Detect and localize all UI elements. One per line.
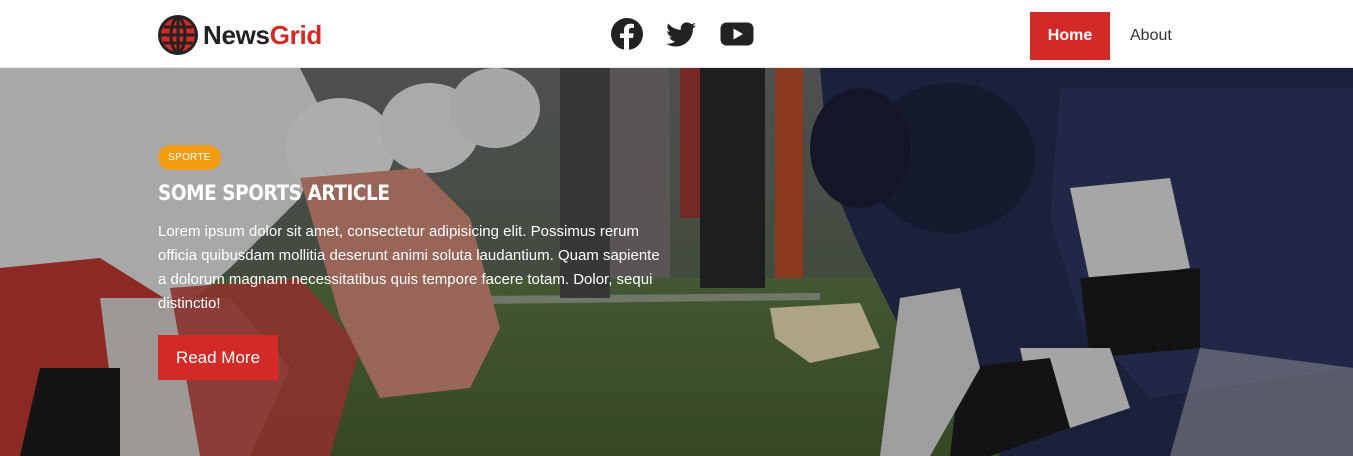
twitter-link[interactable] <box>664 17 698 51</box>
globe-icon <box>158 15 198 55</box>
nav-about-link[interactable]: About <box>1130 12 1172 60</box>
read-more-button[interactable]: Read More <box>158 335 278 380</box>
twitter-icon <box>666 22 696 47</box>
brand-name-part1: News <box>203 20 270 50</box>
hero-section: SPORTE Some Sports Article Lorem ipsum d… <box>0 68 1353 456</box>
social-links <box>610 17 754 51</box>
site-header: NewsGrid Home About <box>0 0 1353 68</box>
brand-name-part2: Grid <box>269 20 323 50</box>
category-badge[interactable]: SPORTE <box>158 145 221 170</box>
facebook-link[interactable] <box>610 17 644 51</box>
facebook-icon <box>611 18 643 50</box>
article-title: Some Sports Article <box>158 181 390 205</box>
brand-logo[interactable]: NewsGrid <box>157 14 322 56</box>
youtube-link[interactable] <box>720 17 754 51</box>
youtube-icon <box>720 22 754 46</box>
main-nav: Home About <box>1030 12 1172 60</box>
nav-home-link[interactable]: Home <box>1030 12 1110 60</box>
brand-name: NewsGrid <box>203 22 322 48</box>
article-excerpt: Lorem ipsum dolor sit amet, consectetur … <box>158 223 660 312</box>
